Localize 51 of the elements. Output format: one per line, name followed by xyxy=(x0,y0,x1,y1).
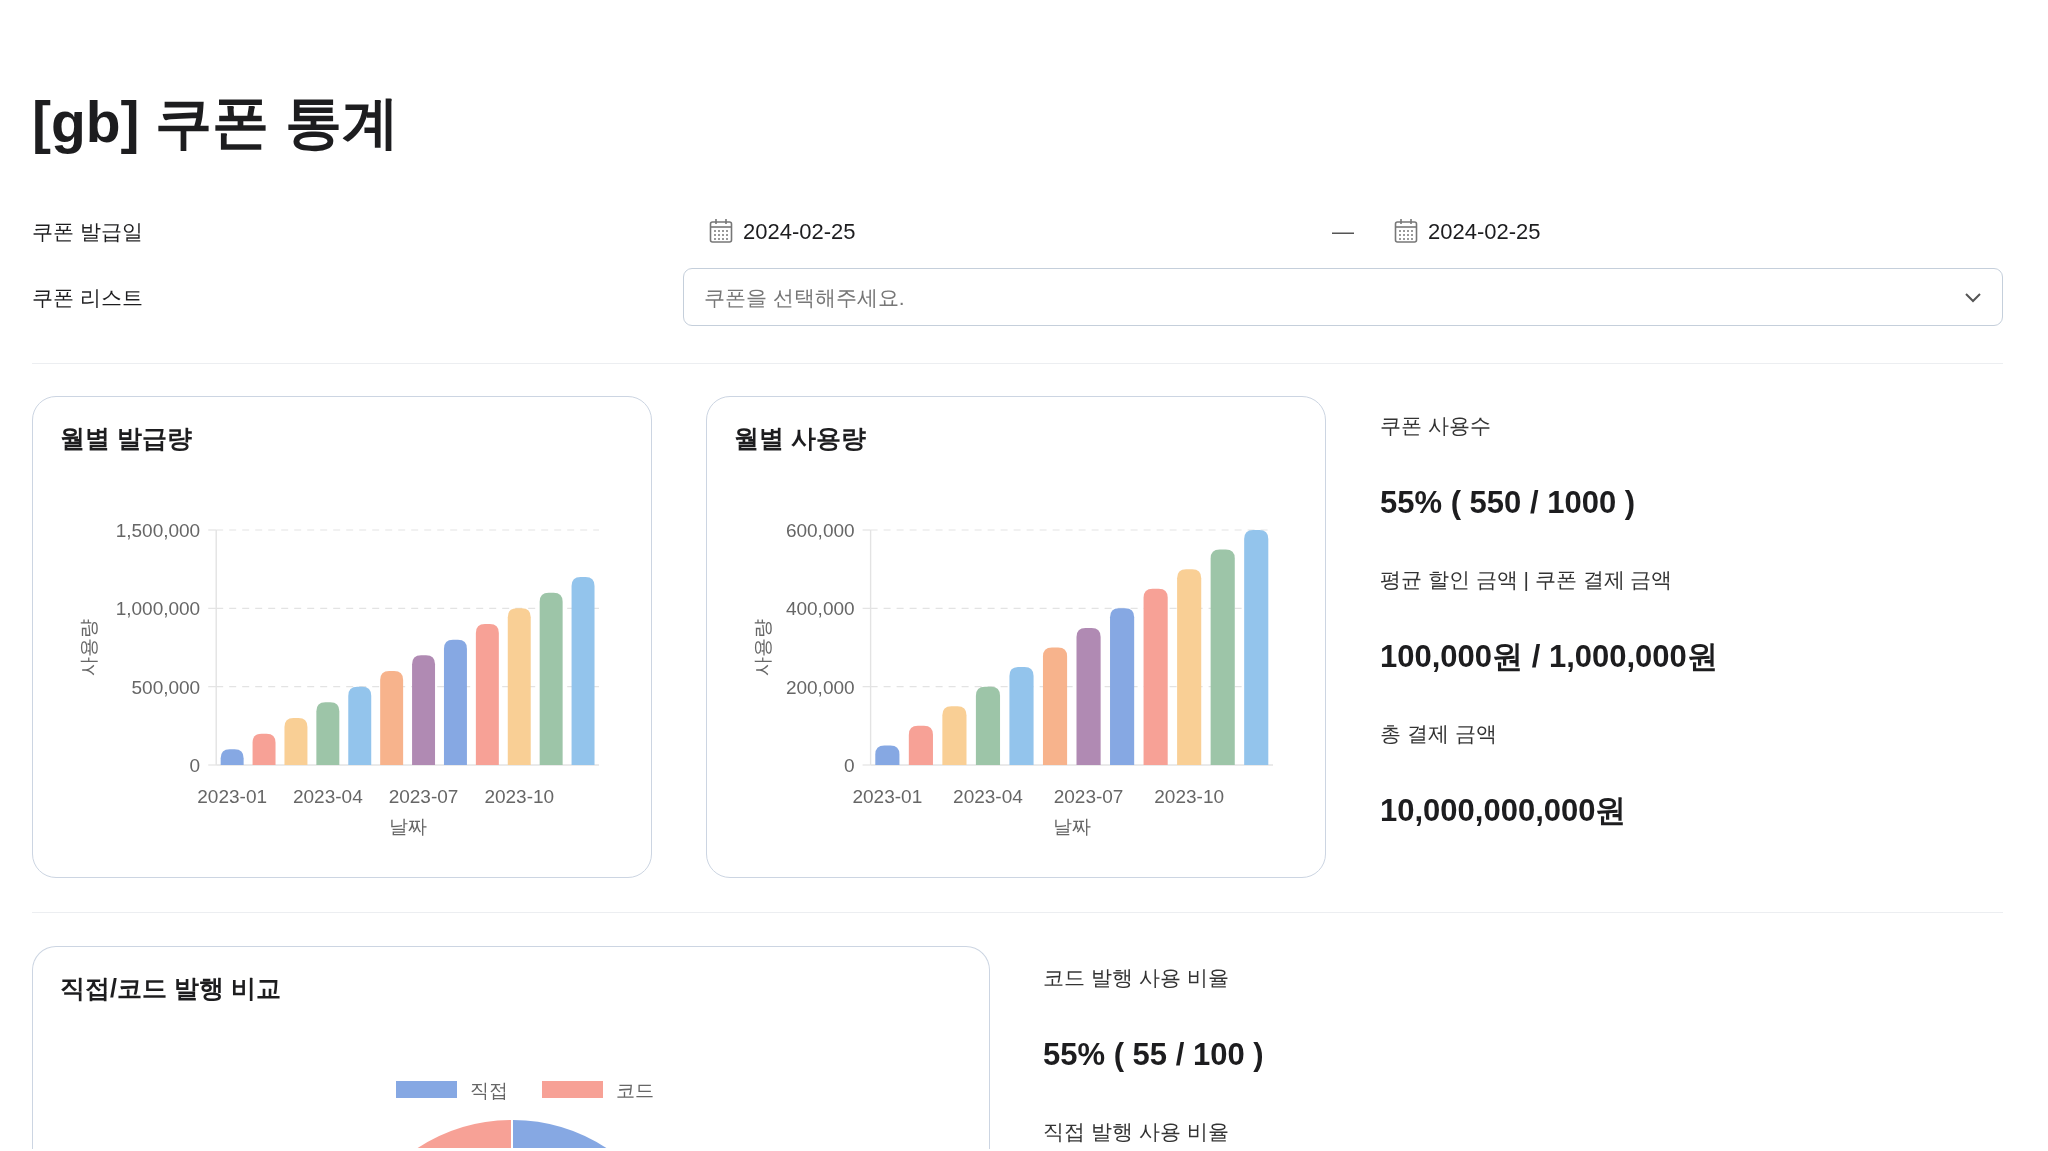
date-field[interactable]: 2024-02-25 xyxy=(1363,214,1541,248)
x-tick-label: 2023-07 xyxy=(1053,786,1124,808)
stat-label: 직접 발행 사용 비율 xyxy=(1043,1119,1230,1146)
calendar-icon xyxy=(1394,218,1418,245)
date-field[interactable]: 2024-02-25 xyxy=(683,214,1323,248)
bar xyxy=(942,706,967,766)
x-tick-label: 2023-04 xyxy=(293,786,363,808)
bar xyxy=(220,749,244,766)
legend-label: 코드 xyxy=(616,1080,654,1102)
y-tick-label: 0 xyxy=(844,755,855,777)
x-tick-label: 2023-04 xyxy=(953,786,1023,808)
chevron-down-icon xyxy=(1964,291,1982,304)
filter-label: 쿠폰 리스트 xyxy=(32,284,144,311)
calendar-icon xyxy=(709,218,733,245)
stat-label: 총 결제 금액 xyxy=(1380,721,1498,748)
bar xyxy=(875,745,900,766)
bar xyxy=(908,726,933,766)
stat-value: 55% ( 55 / 100 ) xyxy=(1043,1036,1264,1075)
stat-label: 코드 발행 사용 비율 xyxy=(1043,965,1230,992)
page-title: [gb] 쿠폰 통계 xyxy=(32,89,401,156)
legend-label: 직접 xyxy=(470,1080,508,1102)
x-axis-title: 날짜 xyxy=(388,816,427,838)
stat-value: 10,000,000,000원 xyxy=(1380,792,1628,831)
x-tick-label: 2023-07 xyxy=(388,786,459,808)
stat-value: 100,000원 / 1,000,000원 xyxy=(1380,638,1718,677)
y-tick-label: 200,000 xyxy=(785,677,855,699)
x-axis-title: 날짜 xyxy=(1052,816,1091,838)
bar xyxy=(316,702,340,766)
y-tick-label: 500,000 xyxy=(131,677,201,699)
filter-label: 쿠폰 발급일 xyxy=(32,218,144,245)
y-tick-label: 1,000,000 xyxy=(115,598,201,620)
x-tick-label: 2023-10 xyxy=(1154,786,1225,808)
stat-label: 쿠폰 사용수 xyxy=(1380,413,1492,440)
coupon-select[interactable]: 쿠폰을 선택해주세요. xyxy=(683,268,2003,327)
y-tick-label: 400,000 xyxy=(785,598,855,620)
range-separator: — xyxy=(1331,217,1355,246)
chart-title: 월별 발급량 xyxy=(59,423,193,455)
stat-value: 55% ( 550 / 1000 ) xyxy=(1380,484,1637,523)
y-tick-label: 1,500,000 xyxy=(115,520,201,542)
y-tick-label: 600,000 xyxy=(785,520,855,542)
x-tick-label: 2023-01 xyxy=(852,786,923,808)
x-tick-label: 2023-01 xyxy=(197,786,267,808)
stat-label: 평균 할인 금액 | 쿠폰 결제 금액 xyxy=(1380,567,1674,594)
bar xyxy=(284,718,308,766)
chart-title: 직접/코드 발행 비교 xyxy=(59,973,282,1005)
chart-title: 월별 사용량 xyxy=(733,423,867,455)
y-axis-title: 사용량 xyxy=(752,619,773,677)
x-tick-label: 2023-10 xyxy=(484,786,555,808)
y-tick-label: 0 xyxy=(189,755,201,777)
y-axis-title: 사용량 xyxy=(78,619,99,677)
bar xyxy=(252,734,276,766)
